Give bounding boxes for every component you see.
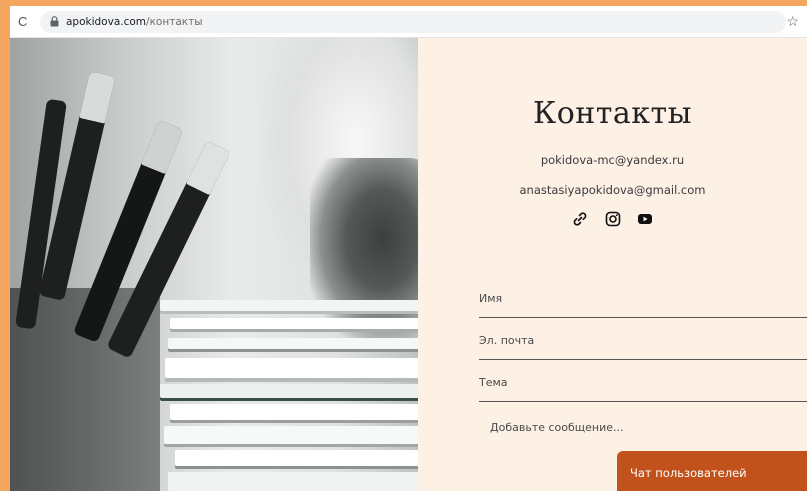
link-icon[interactable] [572,211,588,227]
photo-magazine [164,426,418,444]
url-text: apokidova.com/контакты [66,14,203,30]
hero-photo [10,38,418,491]
name-field[interactable]: Имя [479,278,807,318]
chat-button[interactable]: Чат пользователей [617,451,807,491]
photo-magazine [170,404,418,420]
email-field-label: Эл. почта [479,334,535,347]
name-field-label: Имя [479,292,503,305]
page-title: Контакты [533,96,692,131]
photo-magazine [168,472,418,491]
social-links [418,210,807,228]
browser-address-bar: C apokidova.com/контакты ☆ [10,6,807,38]
photo-magazine [160,300,418,311]
contact-panel: Контакты pokidova-mc@yandex.ru anastasiy… [418,38,807,491]
youtube-icon[interactable] [637,211,653,227]
lock-icon [50,16,59,27]
photo-magazine [175,450,418,466]
subject-field-label: Тема [479,376,508,389]
photo-magazine [160,384,418,398]
photo-magazine [170,318,418,329]
message-textarea[interactable]: Добавьте сообщение... [490,421,624,434]
subject-field[interactable]: Тема [479,362,807,402]
email-link-yandex[interactable]: pokidova-mc@yandex.ru [418,153,807,167]
photo-magazine [168,338,418,349]
photo-camera-blur [310,158,418,338]
url-path: /контакты [146,16,203,28]
email-field[interactable]: Эл. почта [479,320,807,360]
photo-magazine [165,358,418,378]
email-link-gmail[interactable]: anastasiyapokidova@gmail.com [418,183,807,197]
url-field[interactable]: apokidova.com/контакты [40,11,786,33]
instagram-icon[interactable] [605,211,621,227]
reload-icon[interactable]: C [18,15,32,29]
url-domain: apokidova.com [66,16,147,28]
star-icon[interactable]: ☆ [786,13,799,29]
